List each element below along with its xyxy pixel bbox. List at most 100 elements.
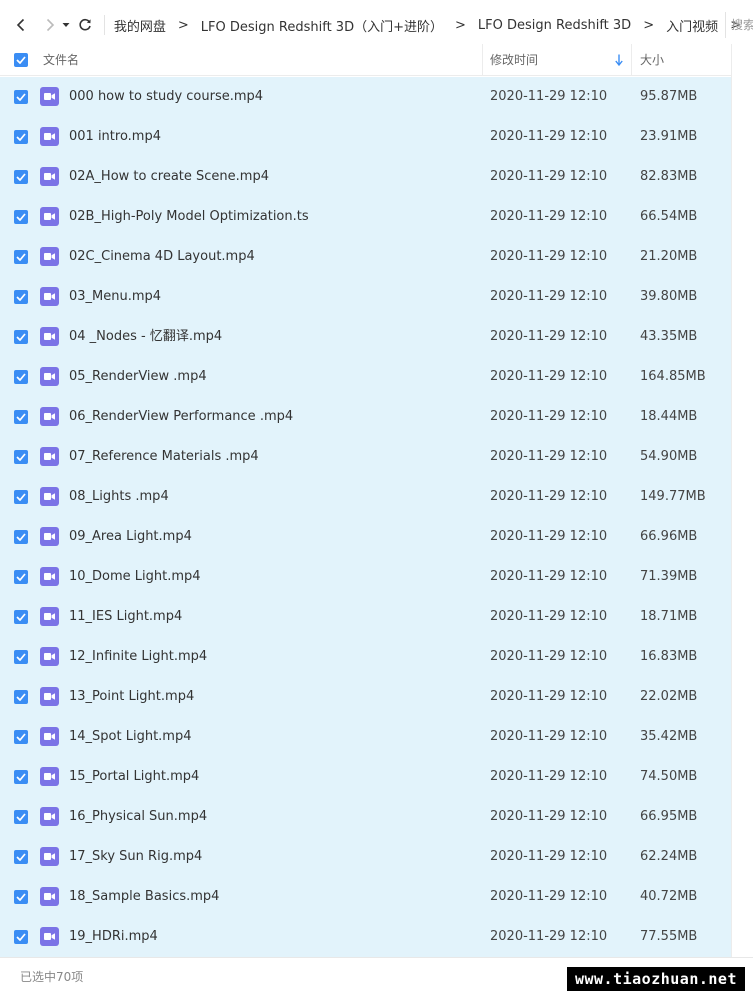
video-file-icon [40, 927, 59, 946]
breadcrumb-item-root[interactable]: 我的网盘 [114, 16, 166, 35]
row-checkbox[interactable] [14, 610, 28, 624]
file-modified-time: 2020-11-29 12:10 [490, 329, 608, 344]
file-row[interactable]: 07_Reference Materials .mp4 2020-11-29 1… [0, 437, 731, 477]
file-modified-time: 2020-11-29 12:10 [490, 689, 608, 704]
file-row[interactable]: 02B_High-Poly Model Optimization.ts 2020… [0, 197, 731, 237]
file-row[interactable]: 04 _Nodes - 忆翻译.mp4 2020-11-29 12:10 43.… [0, 317, 731, 357]
file-size: 74.50MB [640, 769, 698, 784]
file-name[interactable]: 04 _Nodes - 忆翻译.mp4 [69, 317, 222, 357]
file-name[interactable]: 19_HDRi.mp4 [69, 917, 158, 957]
sort-descending-icon[interactable] [615, 54, 623, 66]
row-checkbox[interactable] [14, 570, 28, 584]
file-name[interactable]: 03_Menu.mp4 [69, 277, 161, 317]
video-file-icon [40, 287, 59, 306]
file-row[interactable]: 08_Lights .mp4 2020-11-29 12:10 149.77MB [0, 477, 731, 517]
file-name[interactable]: 09_Area Light.mp4 [69, 517, 192, 557]
scrollbar-track[interactable] [731, 44, 753, 957]
file-name[interactable]: 001 intro.mp4 [69, 117, 161, 157]
column-divider[interactable] [631, 44, 632, 76]
row-checkbox[interactable] [14, 530, 28, 544]
column-divider[interactable] [482, 44, 483, 76]
check-icon [16, 253, 26, 261]
forward-button[interactable] [41, 14, 60, 36]
file-row[interactable]: 13_Point Light.mp4 2020-11-29 12:10 22.0… [0, 677, 731, 717]
file-size: 40.72MB [640, 889, 698, 904]
breadcrumb-item-folder[interactable]: LFO Design Redshift 3D [478, 18, 631, 33]
row-checkbox[interactable] [14, 730, 28, 744]
file-row[interactable]: 03_Menu.mp4 2020-11-29 12:10 39.80MB [0, 277, 731, 317]
row-checkbox[interactable] [14, 330, 28, 344]
file-name[interactable]: 10_Dome Light.mp4 [69, 557, 201, 597]
file-size: 95.87MB [640, 89, 698, 104]
row-checkbox[interactable] [14, 250, 28, 264]
row-checkbox[interactable] [14, 290, 28, 304]
file-name[interactable]: 18_Sample Basics.mp4 [69, 877, 219, 917]
row-checkbox[interactable] [14, 490, 28, 504]
row-checkbox[interactable] [14, 650, 28, 664]
row-checkbox[interactable] [14, 130, 28, 144]
file-row[interactable]: 06_RenderView Performance .mp4 2020-11-2… [0, 397, 731, 437]
file-row[interactable]: 09_Area Light.mp4 2020-11-29 12:10 66.96… [0, 517, 731, 557]
check-icon [16, 693, 26, 701]
file-row[interactable]: 19_HDRi.mp4 2020-11-29 12:10 77.55MB [0, 917, 731, 957]
row-checkbox[interactable] [14, 410, 28, 424]
file-row[interactable]: 10_Dome Light.mp4 2020-11-29 12:10 71.39… [0, 557, 731, 597]
select-all-checkbox[interactable] [14, 53, 28, 67]
video-file-icon [40, 87, 59, 106]
row-checkbox[interactable] [14, 930, 28, 944]
back-button[interactable] [12, 14, 31, 36]
file-name[interactable]: 15_Portal Light.mp4 [69, 757, 199, 797]
row-checkbox[interactable] [14, 210, 28, 224]
row-checkbox[interactable] [14, 850, 28, 864]
row-checkbox[interactable] [14, 810, 28, 824]
file-row[interactable]: 18_Sample Basics.mp4 2020-11-29 12:10 40… [0, 877, 731, 917]
row-checkbox[interactable] [14, 90, 28, 104]
row-checkbox[interactable] [14, 890, 28, 904]
column-header-size[interactable]: 大小 [640, 44, 664, 76]
file-row[interactable]: 16_Physical Sun.mp4 2020-11-29 12:10 66.… [0, 797, 731, 837]
breadcrumb-item-current[interactable]: 入门视频 [666, 16, 718, 35]
file-row[interactable]: 02C_Cinema 4D Layout.mp4 2020-11-29 12:1… [0, 237, 731, 277]
row-checkbox[interactable] [14, 170, 28, 184]
file-name[interactable]: 07_Reference Materials .mp4 [69, 437, 259, 477]
row-checkbox[interactable] [14, 690, 28, 704]
file-name[interactable]: 02B_High-Poly Model Optimization.ts [69, 197, 309, 237]
breadcrumb-item-course[interactable]: LFO Design Redshift 3D（入门+进阶） [201, 16, 443, 35]
file-name[interactable]: 13_Point Light.mp4 [69, 677, 194, 717]
row-checkbox[interactable] [14, 370, 28, 384]
file-name[interactable]: 17_Sky Sun Rig.mp4 [69, 837, 202, 877]
file-name[interactable]: 12_Infinite Light.mp4 [69, 637, 207, 677]
file-row[interactable]: 14_Spot Light.mp4 2020-11-29 12:10 35.42… [0, 717, 731, 757]
file-name[interactable]: 05_RenderView .mp4 [69, 357, 207, 397]
file-row[interactable]: 17_Sky Sun Rig.mp4 2020-11-29 12:10 62.2… [0, 837, 731, 877]
file-row[interactable]: 11_IES Light.mp4 2020-11-29 12:10 18.71M… [0, 597, 731, 637]
history-dropdown-button[interactable] [61, 14, 71, 36]
video-file-icon [40, 247, 59, 266]
file-name[interactable]: 06_RenderView Performance .mp4 [69, 397, 293, 437]
video-file-icon [40, 407, 59, 426]
status-bar: 已选中70项 www.tiaozhuan.net [0, 957, 753, 996]
column-header-time[interactable]: 修改时间 [490, 44, 538, 76]
file-row[interactable]: 05_RenderView .mp4 2020-11-29 12:10 164.… [0, 357, 731, 397]
refresh-button[interactable] [75, 14, 94, 36]
file-name[interactable]: 02A_How to create Scene.mp4 [69, 157, 269, 197]
file-size: 54.90MB [640, 449, 698, 464]
row-checkbox[interactable] [14, 450, 28, 464]
file-name[interactable]: 16_Physical Sun.mp4 [69, 797, 207, 837]
column-header-name[interactable]: 文件名 [43, 44, 79, 76]
file-row[interactable]: 02A_How to create Scene.mp4 2020-11-29 1… [0, 157, 731, 197]
file-name[interactable]: 08_Lights .mp4 [69, 477, 169, 517]
search-input[interactable]: 搜索 [725, 12, 753, 38]
file-size: 71.39MB [640, 569, 698, 584]
file-name[interactable]: 11_IES Light.mp4 [69, 597, 182, 637]
file-name[interactable]: 02C_Cinema 4D Layout.mp4 [69, 237, 255, 277]
check-icon [16, 93, 26, 101]
file-row[interactable]: 15_Portal Light.mp4 2020-11-29 12:10 74.… [0, 757, 731, 797]
video-file-icon [40, 527, 59, 546]
file-name[interactable]: 000 how to study course.mp4 [69, 77, 263, 117]
file-row[interactable]: 001 intro.mp4 2020-11-29 12:10 23.91MB [0, 117, 731, 157]
file-name[interactable]: 14_Spot Light.mp4 [69, 717, 192, 757]
file-row[interactable]: 000 how to study course.mp4 2020-11-29 1… [0, 77, 731, 117]
file-row[interactable]: 12_Infinite Light.mp4 2020-11-29 12:10 1… [0, 637, 731, 677]
row-checkbox[interactable] [14, 770, 28, 784]
